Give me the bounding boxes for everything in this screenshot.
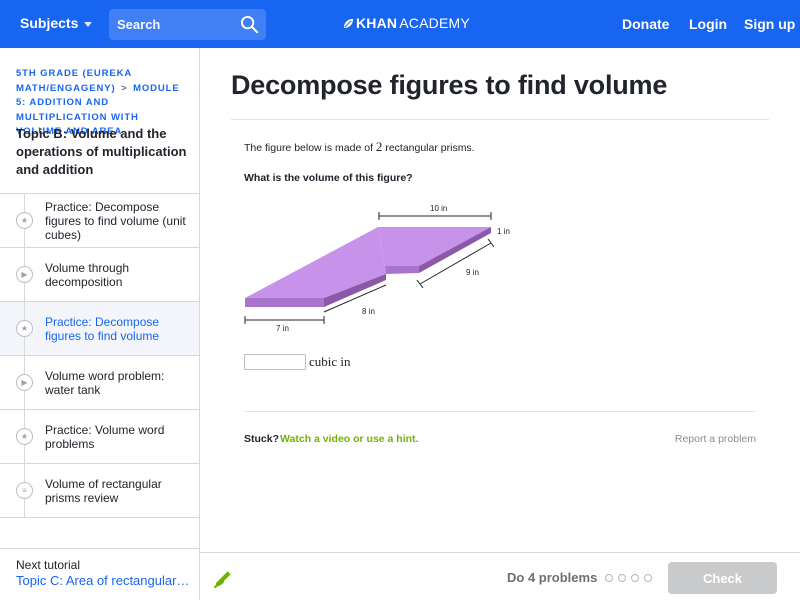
sidebar-item-label: Volume word problem: water tank <box>45 368 165 397</box>
progress-dot <box>644 574 652 582</box>
chevron-down-icon <box>84 21 93 27</box>
volume-answer-input[interactable] <box>244 354 306 370</box>
article-icon: ≡ <box>16 482 33 499</box>
answer-unit: cubic in <box>309 354 351 369</box>
label-top-width: 10 in <box>430 204 447 213</box>
tutorial-sidebar: 5TH GRADE (EUREKA MATH/ENGAGENY) > MODUL… <box>0 48 200 600</box>
label-height: 1 in <box>497 227 510 236</box>
sidebar-item-label: Practice: Decompose figures to find volu… <box>45 314 160 343</box>
subjects-label: Subjects <box>20 15 79 31</box>
page-title: Decompose figures to find volume <box>231 70 668 100</box>
front-prism-front-face <box>245 298 324 307</box>
sidebar-item-prisms-review-article[interactable]: ≡ Volume of rectangular prisms review <box>0 464 199 518</box>
progress-dot <box>631 574 639 582</box>
khan-academy-logo[interactable]: KHAN ACADEMY <box>343 15 470 31</box>
exercise-footer: Do 4 problems Check <box>200 552 800 600</box>
logo-text-light: ACADEMY <box>399 15 470 31</box>
prism-figure: 10 in 1 in 9 in 8 in 7 in <box>244 204 510 333</box>
label-front-width: 7 in <box>276 324 289 333</box>
hint-divider <box>244 411 756 412</box>
signup-link[interactable]: Sign up <box>744 16 795 32</box>
back-prism-front-face <box>385 266 419 274</box>
star-icon: ★ <box>16 428 33 445</box>
progress-dot <box>605 574 613 582</box>
play-icon: ▶ <box>16 374 33 391</box>
breadcrumb-grade-link[interactable]: 5TH GRADE (EUREKA MATH/ENGAGENY) <box>16 68 132 94</box>
problem-question: What is the volume of this figure? <box>244 172 413 184</box>
label-front-depth: 8 in <box>362 307 375 316</box>
donate-link[interactable]: Donate <box>622 16 669 32</box>
next-tutorial-title: Topic C: Area of rectangular figures wit… <box>16 573 190 588</box>
sidebar-item-water-tank-video[interactable]: ▶ Volume word problem: water tank <box>0 356 199 410</box>
sidebar-item-label: Volume through decomposition <box>45 260 130 289</box>
next-tutorial-label: Next tutorial <box>16 558 81 572</box>
top-nav-bar: Subjects KHANACADEMY Donate Login Sign u… <box>0 0 800 48</box>
next-tutorial-link[interactable]: Next tutorial Topic C: Area of rectangul… <box>0 548 199 600</box>
subjects-menu[interactable]: Subjects <box>20 15 93 31</box>
play-icon: ▶ <box>16 266 33 283</box>
leaf-logo-icon <box>343 18 354 28</box>
sidebar-item-label: Practice: Volume word problems <box>45 422 165 451</box>
stuck-label: Stuck? <box>244 433 280 445</box>
check-answer-button[interactable]: Check <box>668 562 777 594</box>
breadcrumb-separator-icon: > <box>121 82 128 94</box>
intro-text-before: The figure below is made of <box>244 142 376 154</box>
title-divider <box>231 119 769 120</box>
report-problem-link[interactable]: Report a problem <box>675 433 756 445</box>
star-icon: ★ <box>16 320 33 337</box>
sidebar-item-practice-unit-cubes[interactable]: ★ Practice: Decompose figures to find vo… <box>0 194 199 248</box>
topic-title: Topic B: Volume and the operations of mu… <box>16 126 187 177</box>
progress-dots <box>605 574 652 582</box>
search-box <box>109 9 266 40</box>
search-input[interactable] <box>109 9 237 40</box>
search-icon[interactable] <box>240 15 259 34</box>
sidebar-item-practice-decompose-active[interactable]: ★ Practice: Decompose figures to find vo… <box>0 302 199 356</box>
topic-item-list: ★ Practice: Decompose figures to find vo… <box>0 193 199 518</box>
intro-text-after: rectangular prisms. <box>382 142 475 154</box>
logo-text-bold: KHAN <box>356 15 398 31</box>
progress-dot <box>618 574 626 582</box>
sidebar-item-label: Volume of rectangular prisms review <box>45 476 162 505</box>
problem-intro: The figure below is made of 2 rectangula… <box>244 139 475 155</box>
sidebar-item-practice-word-problems[interactable]: ★ Practice: Volume word problems <box>0 410 199 464</box>
star-icon: ★ <box>16 212 33 229</box>
sidebar-item-label: Practice: Decompose figures to find volu… <box>45 199 186 242</box>
sidebar-item-volume-decomposition-video[interactable]: ▶ Volume through decomposition <box>0 248 199 302</box>
login-link[interactable]: Login <box>689 16 727 32</box>
label-right-depth: 9 in <box>466 268 479 277</box>
answer-row: cubic in <box>244 354 351 370</box>
do-problems-label: Do 4 problems <box>507 570 598 585</box>
scratchpad-pencil-icon[interactable] <box>213 567 235 589</box>
hint-link[interactable]: Watch a video or use a hint. <box>280 433 418 445</box>
